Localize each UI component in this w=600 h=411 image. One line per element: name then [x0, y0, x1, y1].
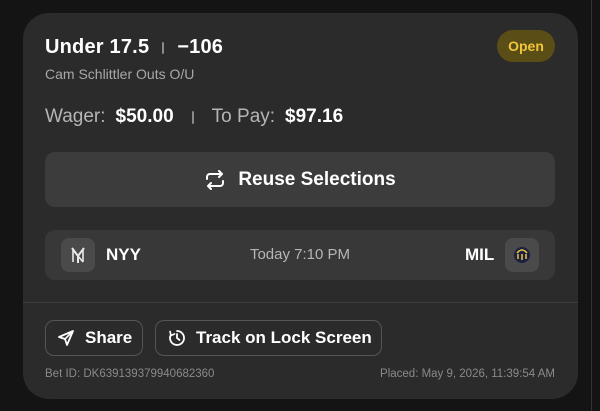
brewers-logo-icon: [505, 238, 539, 272]
send-icon: [58, 330, 74, 346]
bet-selection: Under 17.5: [45, 36, 150, 58]
repeat-icon: [206, 169, 225, 190]
wager-summary: Wager: $50.00 To Pay: $97.16: [45, 106, 343, 128]
clock-icon: [169, 330, 185, 346]
reuse-selections-label: Reuse Selections: [238, 168, 396, 190]
track-lock-screen-label: Track on Lock Screen: [196, 328, 372, 347]
bet-id: Bet ID: DK639139379940682360: [45, 368, 215, 380]
separator: [162, 41, 165, 54]
bet-header: Under 17.5 −106: [45, 36, 223, 59]
status-badge: Open: [497, 30, 555, 62]
track-lock-screen-button[interactable]: Track on Lock Screen: [155, 320, 382, 356]
topay-label: To Pay:: [211, 106, 276, 127]
game-matchup[interactable]: NYY Today 7:10 PM MIL: [45, 230, 555, 280]
wager-value: $50.00: [115, 106, 174, 127]
screen-edge-divider: [591, 0, 592, 411]
share-label: Share: [85, 328, 133, 347]
bet-odds: −106: [177, 36, 224, 58]
wager-label: Wager:: [45, 106, 106, 127]
bet-card: Under 17.5 −106 Cam Schlittler Outs O/U …: [23, 13, 578, 399]
bet-market: Cam Schlittler Outs O/U: [45, 66, 195, 82]
section-divider: [23, 302, 578, 303]
home-team-name: MIL: [465, 245, 495, 264]
separator: [191, 110, 194, 124]
placed-timestamp: Placed: May 9, 2026, 11:39:54 AM: [380, 368, 555, 380]
reuse-selections-button[interactable]: Reuse Selections: [45, 152, 555, 207]
topay-value: $97.16: [285, 106, 344, 127]
share-button[interactable]: Share: [45, 320, 143, 356]
